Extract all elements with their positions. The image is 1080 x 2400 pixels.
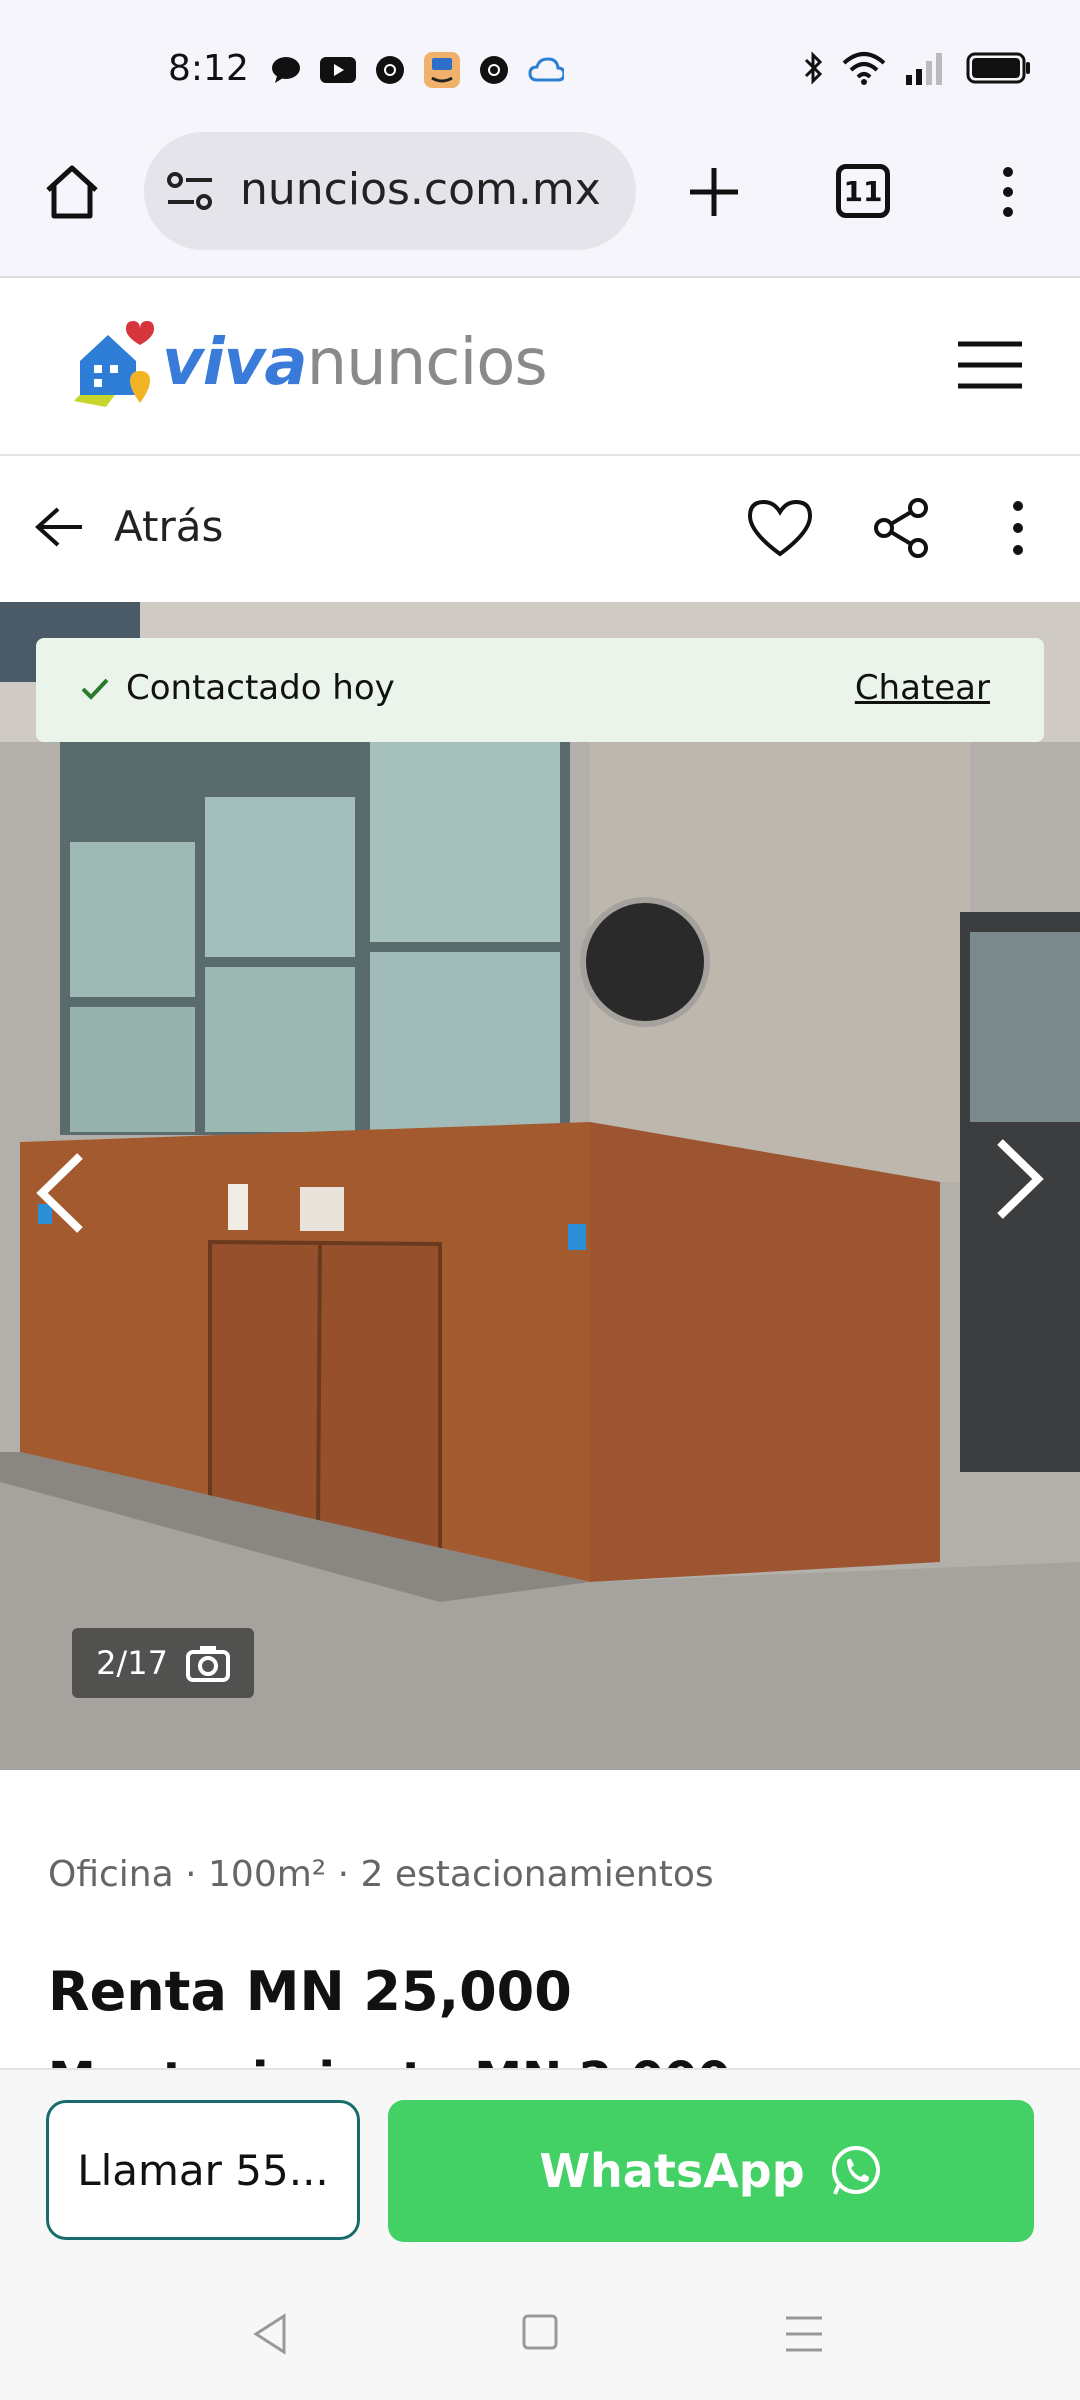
whatsapp-label: WhatsApp (539, 2144, 805, 2198)
logo-text-viva: viva (162, 326, 308, 400)
whatsapp-icon (831, 2146, 880, 2195)
chat-link[interactable]: Chatear (855, 668, 990, 708)
share-button[interactable] (870, 496, 934, 560)
notification-icons (268, 52, 564, 88)
listing-price: Renta MN 25,000 (48, 1960, 572, 2023)
amazon-icon (424, 52, 460, 88)
chrome-icon (372, 52, 408, 88)
new-tab-button[interactable] (682, 160, 746, 224)
chat-bubble-icon (268, 52, 304, 88)
system-back-button[interactable] (250, 2312, 290, 2356)
more-vert-icon (1003, 167, 1013, 217)
status-time: 8:12 (168, 48, 249, 89)
battery-icon (966, 52, 1032, 88)
previous-photo-button[interactable] (30, 1148, 90, 1238)
tab-switcher-button[interactable]: 11 (836, 164, 890, 218)
favorite-button[interactable] (746, 496, 814, 560)
recents-lines-icon (786, 2316, 822, 2352)
listing-more-button[interactable] (998, 496, 1038, 560)
system-home-button[interactable] (520, 2312, 560, 2352)
photo-gallery[interactable] (0, 602, 1080, 1770)
url-text[interactable]: nuncios.com.mx (240, 164, 620, 215)
chevron-right-icon (997, 1139, 1044, 1219)
listing-features: Oficina · 100m² · 2 estacionamientos (48, 1854, 714, 1895)
site-logo[interactable]: vivanuncios (66, 308, 548, 418)
system-navigation-bar (0, 2268, 1080, 2400)
triangle-back-icon (253, 2313, 286, 2355)
camera-icon (185, 1646, 230, 1682)
house-logo-icon (74, 321, 154, 407)
plus-icon (690, 168, 738, 216)
cloud-icon (528, 52, 564, 88)
contact-status-text: Contactado hoy (126, 668, 395, 708)
status-bar: 8:12 (0, 0, 1080, 130)
next-photo-button[interactable] (990, 1134, 1050, 1224)
site-settings-icon[interactable] (166, 170, 214, 214)
square-home-icon (522, 2314, 558, 2350)
whatsapp-button[interactable]: WhatsApp (388, 2100, 1034, 2242)
site-header: vivanuncios (0, 278, 1080, 456)
more-vert-icon (1013, 501, 1023, 555)
bluetooth-icon (802, 50, 824, 90)
contact-action-bar: Llamar 55... WhatsApp (0, 2068, 1080, 2270)
hamburger-menu-button[interactable] (958, 340, 1022, 390)
listing-photo (0, 602, 1080, 1770)
status-right-icons (802, 50, 1032, 90)
photo-counter-text: 2/17 (96, 1644, 168, 1682)
call-button[interactable]: Llamar 55... (46, 2100, 360, 2240)
wifi-icon (842, 51, 886, 89)
listing-nav: Atrás (0, 456, 1080, 602)
arrow-left-icon (35, 507, 82, 546)
system-recents-button[interactable] (784, 2312, 824, 2356)
back-button[interactable]: Atrás (34, 502, 223, 551)
signal-icon (904, 51, 948, 89)
logo-text-nuncios: nuncios (306, 326, 548, 400)
contact-status-banner: Contactado hoy Chatear (36, 638, 1044, 742)
share-icon (874, 498, 928, 558)
check-icon (81, 678, 109, 700)
menu-icon (958, 341, 1022, 389)
home-button[interactable] (40, 160, 104, 224)
back-label: Atrás (114, 502, 224, 551)
heart-icon (747, 499, 813, 557)
youtube-icon (320, 52, 356, 88)
browser-toolbar: nuncios.com.mx 11 (0, 130, 1080, 278)
browser-menu-button[interactable] (984, 160, 1032, 224)
logo-text: vivanuncios (162, 326, 548, 400)
listing-details: Oficina · 100m² · 2 estacionamientos Ren… (0, 1770, 1080, 2108)
home-icon (46, 165, 98, 219)
chevron-left-icon (36, 1153, 83, 1233)
url-bar[interactable]: nuncios.com.mx (144, 132, 636, 250)
chrome-icon (476, 52, 512, 88)
photo-counter[interactable]: 2/17 (72, 1628, 254, 1698)
